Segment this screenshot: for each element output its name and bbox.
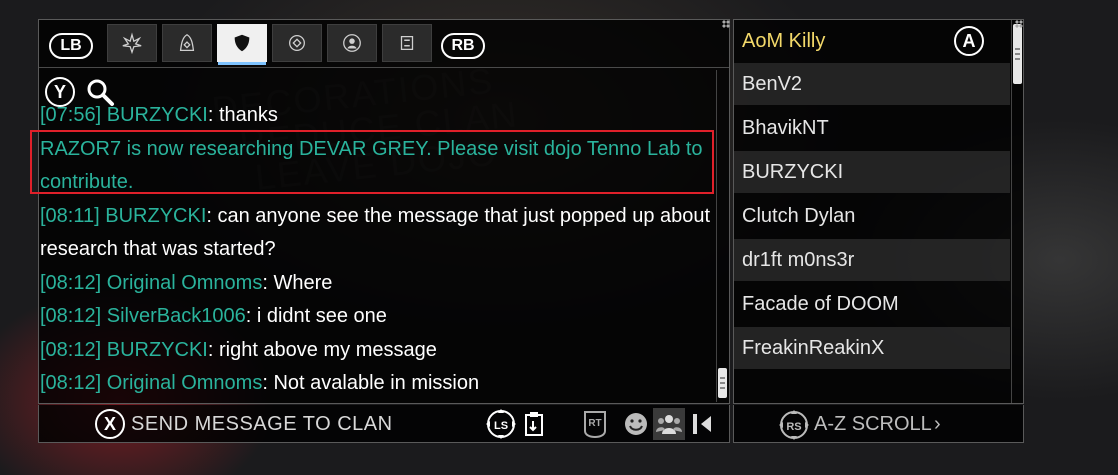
roster-member-name: BhavikNT — [742, 117, 829, 139]
roster-member-name: FreakinReakinX — [742, 337, 885, 359]
tab-trade[interactable] — [382, 24, 432, 62]
resize-handle-icon[interactable] — [722, 20, 730, 28]
right-stick-icon[interactable]: RS — [778, 409, 810, 441]
message-sender[interactable]: BURZYCKI — [107, 339, 208, 361]
alliance-crest-icon — [289, 35, 305, 51]
tab-lotus[interactable] — [107, 24, 157, 62]
chevron-right-icon: › — [934, 413, 941, 435]
lb-bumper-button[interactable]: LB — [49, 33, 93, 59]
ls-button[interactable]: LS — [484, 408, 518, 440]
smiley-icon — [625, 413, 647, 435]
trade-icon — [400, 35, 414, 51]
group-icon — [656, 415, 682, 434]
chat-message: [08:12] Original Omnoms: Where — [39, 267, 715, 301]
roster-scrollbar-thumb[interactable] — [1013, 24, 1022, 84]
chat-message: [08:12] Original Omnoms: Not avalable in… — [39, 367, 715, 401]
shield-icon — [234, 34, 250, 52]
message-sender[interactable]: BURZYCKI — [105, 205, 206, 227]
message-sender[interactable]: SilverBack1006 — [107, 305, 246, 327]
a-button[interactable]: A — [954, 26, 984, 56]
roster-bottom-bar: RS A-Z SCROLL › — [733, 405, 1024, 443]
roster-member[interactable]: BhavikNT — [734, 107, 1010, 149]
paste-button[interactable] — [521, 408, 549, 440]
send-message-button[interactable]: SEND MESSAGE TO CLAN — [131, 413, 393, 436]
lotus-icon — [122, 32, 142, 54]
message-sender[interactable]: Original Omnoms — [107, 372, 263, 394]
emoji-button[interactable] — [623, 408, 649, 440]
az-scroll-label: A-Z SCROLL — [814, 413, 932, 435]
chat-scrollbar[interactable] — [716, 70, 728, 402]
chat-message: [08:11] BURZYCKI: can anyone see the mes… — [39, 200, 715, 267]
roster-member[interactable]: BenV2 — [734, 63, 1010, 105]
resize-handle-icon[interactable] — [1015, 20, 1023, 28]
chat-message: [08:12] SilverBack1006: i didnt see one — [39, 300, 715, 334]
rt-label: RT — [588, 418, 601, 429]
roster-member-name: BenV2 — [742, 73, 803, 95]
right-trigger-icon: RT — [584, 411, 606, 439]
message-sender[interactable]: BURZYCKI — [107, 104, 208, 126]
roster-member[interactable]: BURZYCKI — [734, 151, 1010, 193]
message-text: : thanks — [207, 104, 278, 126]
ls-label: LS — [494, 420, 508, 432]
roster-member-name: Facade of DOOM — [742, 293, 899, 315]
chat-message: [07:56] BURZYCKI: thanks — [39, 99, 715, 133]
roster-scrollbar[interactable] — [1011, 20, 1023, 403]
message-timestamp: [08:12] — [40, 372, 102, 394]
group-members-button[interactable] — [653, 408, 685, 440]
hood-icon — [179, 34, 195, 51]
chat-message: [08:12] BURZYCKI: right above my message — [39, 334, 715, 368]
chat-bottom-bar: X SEND MESSAGE TO CLAN LS RT — [38, 405, 730, 443]
message-timestamp: [08:12] — [40, 271, 102, 294]
message-text: : right above my message — [207, 338, 437, 361]
message-timestamp: [08:11] — [40, 204, 100, 227]
tab-hood[interactable] — [162, 24, 212, 62]
roster-member-name: Clutch Dylan — [742, 205, 856, 227]
message-text: : i didnt see one — [245, 305, 387, 327]
roster-member-name: dr1ft m0ns3r — [742, 249, 855, 271]
highlight-box — [30, 130, 714, 194]
roster-member[interactable]: AoM Killy A — [734, 20, 1010, 62]
chat-scrollbar-thumb[interactable] — [718, 368, 727, 398]
message-sender[interactable]: Original Omnoms — [107, 272, 263, 294]
collapse-button[interactable] — [689, 408, 717, 440]
message-timestamp: [08:12] — [40, 305, 102, 327]
message-text: : Where — [262, 271, 333, 294]
chat-panel: LB RB Y [07:56] BURZYCKI: thanks RAZOR7 … — [38, 19, 730, 404]
rt-button[interactable]: RT — [579, 408, 611, 440]
message-timestamp: [07:56] — [40, 104, 102, 126]
message-text: : Not avalable in mission — [262, 372, 480, 394]
person-circle-icon — [343, 34, 361, 52]
left-stick-icon: LS — [486, 409, 516, 439]
clipboard-icon — [525, 412, 543, 436]
roster-member-name: BURZYCKI — [742, 161, 844, 183]
tab-whisper[interactable] — [327, 24, 377, 62]
x-button[interactable]: X — [95, 409, 125, 439]
roster-member[interactable]: Clutch Dylan — [734, 195, 1010, 237]
tab-alliance[interactable] — [272, 24, 322, 62]
roster-member-name: AoM Killy — [742, 30, 826, 52]
message-timestamp: [08:12] — [40, 338, 102, 361]
roster-member[interactable]: FreakinReakinX — [734, 327, 1010, 369]
roster-member[interactable]: dr1ft m0ns3r — [734, 239, 1010, 281]
clan-roster: AoM Killy A BenV2 BhavikNT BURZYCKI Clut… — [733, 19, 1024, 404]
chat-tab-bar: LB RB — [39, 20, 729, 68]
rb-bumper-button[interactable]: RB — [441, 33, 485, 59]
collapse-left-icon — [693, 414, 711, 434]
tab-clan[interactable] — [217, 24, 267, 65]
roster-member[interactable]: Facade of DOOM — [734, 283, 1010, 325]
rs-label: RS — [786, 421, 801, 433]
